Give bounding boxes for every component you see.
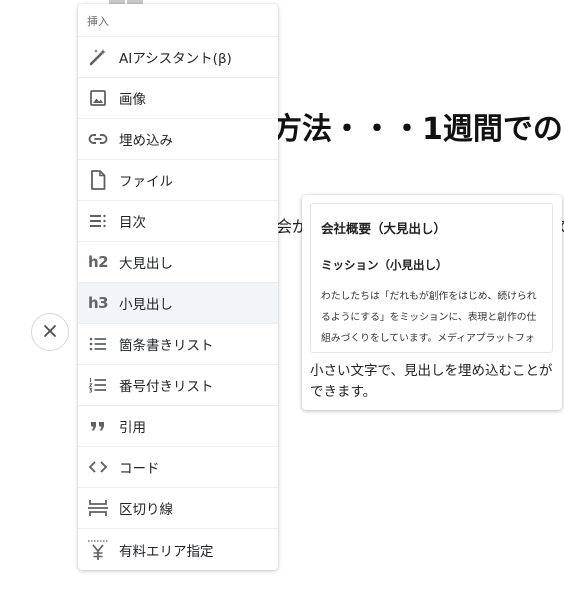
preview-heading-large: 会社概要（大見出し）: [321, 221, 447, 236]
menu-item-label: 目次: [119, 215, 146, 231]
heading-3-icon: h3: [87, 294, 109, 312]
code-icon: [87, 456, 109, 478]
menu-item-label: 有料エリア指定: [119, 543, 214, 560]
divider-icon: [87, 497, 109, 519]
table-of-contents-icon: [87, 210, 109, 232]
menu-item-quote[interactable]: 引用: [78, 406, 278, 447]
menu-item-divider[interactable]: 区切り線: [78, 488, 278, 529]
menu-item-label: 番号付きリスト: [119, 379, 214, 395]
tooltip-description: 小さい文字で、見出しを埋め込むことができます。: [310, 363, 553, 400]
menu-item-embed[interactable]: 埋め込み: [78, 119, 278, 160]
preview-heading-small: ミッション（小見出し）: [321, 258, 448, 272]
menu-item-label: 画像: [119, 92, 146, 108]
menu-item-numbered-list[interactable]: 番号付きリスト: [78, 365, 278, 406]
menu-item-bulleted-list[interactable]: 箇条書きリスト: [78, 324, 278, 365]
menu-item-paid-area[interactable]: 有料エリア指定: [78, 529, 278, 570]
close-menu-button[interactable]: [31, 313, 69, 351]
image-icon: [87, 87, 109, 109]
menu-item-ai-assistant[interactable]: AIアシスタント(β): [78, 37, 278, 78]
menu-item-heading-large[interactable]: h2 大見出し: [78, 242, 278, 283]
paid-area-icon: [87, 539, 109, 561]
menu-item-label: 引用: [119, 420, 146, 436]
insert-menu: 挿入 AIアシスタント(β) 画像 埋め込み ファイル 目次 h2 大見出し h…: [78, 4, 278, 570]
link-icon: [87, 128, 109, 150]
editor-page: 方法・・・1週間での向 会が で 挿入 AIアシスタント(β): [0, 0, 564, 591]
menu-item-label: 大見出し: [119, 256, 173, 272]
menu-item-code[interactable]: コード: [78, 447, 278, 488]
menu-item-label: 箇条書きリスト: [119, 338, 214, 354]
menu-item-label: 埋め込み: [119, 133, 173, 149]
menu-item-label: コード: [119, 461, 160, 477]
file-icon: [87, 169, 109, 191]
menu-item-label: AIアシスタント(β): [119, 51, 232, 67]
bulleted-list-icon: [87, 333, 109, 355]
menu-item-file[interactable]: ファイル: [78, 160, 278, 201]
close-icon: [43, 323, 57, 342]
quote-icon: [87, 415, 109, 437]
numbered-list-icon: [87, 374, 109, 396]
preview-body-text: わたしたちは「だれもが創作をはじめ、続けられるようにする」をミッションに、表現と…: [321, 291, 537, 344]
menu-item-label: ファイル: [119, 174, 173, 190]
menu-item-heading-small[interactable]: h3 小見出し: [78, 283, 278, 324]
menu-item-image[interactable]: 画像: [78, 78, 278, 119]
heading-preview-tooltip: 会社概要（大見出し） ミッション（小見出し） わたしたちは「だれもが創作をはじめ…: [302, 195, 562, 410]
article-title-fragment: 方法・・・1週間での向: [272, 112, 564, 147]
heading-2-icon: h2: [87, 253, 109, 271]
menu-item-label: 区切り線: [119, 502, 173, 518]
insert-menu-header: 挿入: [78, 4, 278, 37]
menu-item-label: 小見出し: [119, 297, 173, 313]
preview-box: 会社概要（大見出し） ミッション（小見出し） わたしたちは「だれもが創作をはじめ…: [310, 203, 553, 353]
menu-item-toc[interactable]: 目次: [78, 201, 278, 242]
magic-wand-icon: [87, 46, 109, 68]
